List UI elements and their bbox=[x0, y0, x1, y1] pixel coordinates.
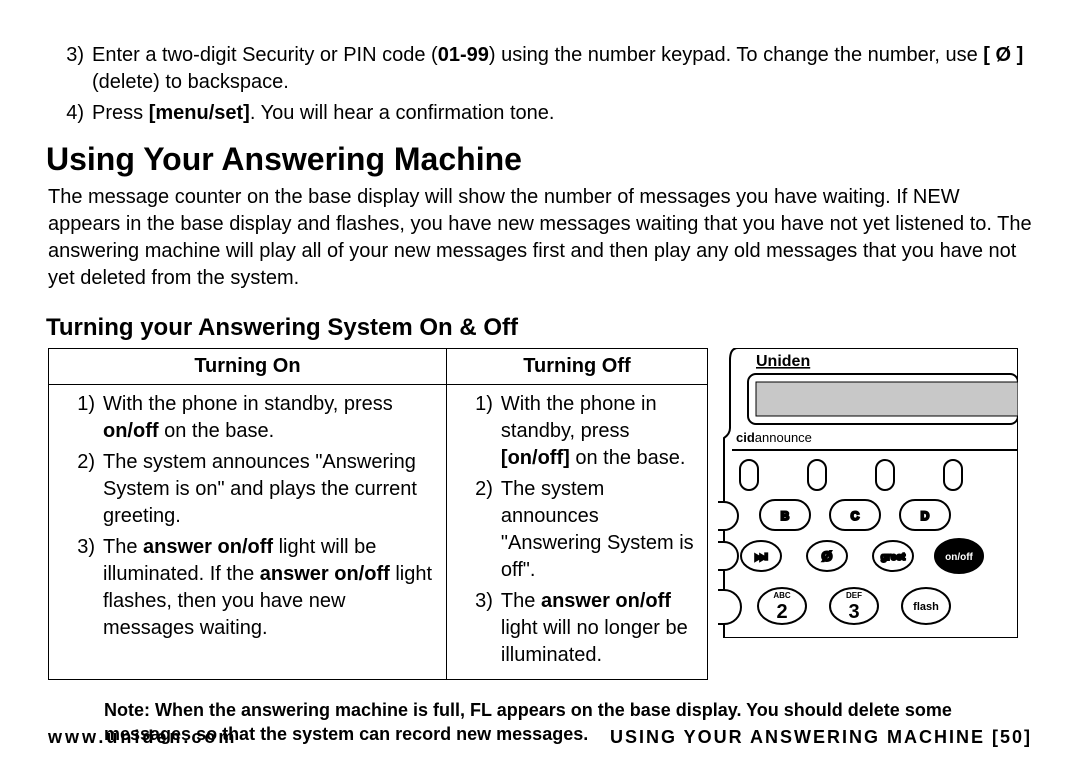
text: The bbox=[501, 590, 541, 612]
bold-text: answer on/off bbox=[260, 563, 390, 585]
bold-text: answer on/off bbox=[143, 536, 273, 558]
svg-text:on/off: on/off bbox=[945, 552, 973, 563]
text: on the base. bbox=[159, 420, 275, 442]
text: Press bbox=[92, 102, 149, 124]
numbered-list: 3) Enter a two-digit Security or PIN cod… bbox=[48, 42, 1032, 127]
th-turning-off: Turning Off bbox=[446, 349, 707, 385]
page-footer: www.uniden.com USING YOUR ANSWERING MACH… bbox=[48, 727, 1032, 748]
on-off-table: Turning On Turning Off 1)With the phone … bbox=[48, 348, 708, 680]
svg-text:B: B bbox=[781, 509, 790, 523]
svg-text:2: 2 bbox=[776, 601, 787, 623]
cell-turning-on: 1)With the phone in standby, press on/of… bbox=[49, 385, 447, 680]
svg-text:cidannounce: cidannounce bbox=[736, 430, 812, 445]
svg-text:C: C bbox=[851, 509, 860, 523]
footer-section: USING YOUR ANSWERING MACHINE [50] bbox=[610, 727, 1032, 748]
text: With the phone in standby, press bbox=[103, 393, 393, 415]
th-turning-on: Turning On bbox=[49, 349, 447, 385]
footer-url: www.uniden.com bbox=[48, 727, 237, 748]
list-number: 3) bbox=[48, 42, 92, 96]
delete-glyph: [ Ø ] bbox=[983, 44, 1023, 66]
brand-label: Uniden bbox=[756, 353, 810, 370]
svg-text:ABC: ABC bbox=[773, 591, 791, 600]
text: The system announces "Answering System i… bbox=[501, 476, 697, 584]
cell-turning-off: 1)With the phone in standby, press [on/o… bbox=[446, 385, 707, 680]
phone-illustration: Uniden cidannounce B bbox=[718, 348, 1018, 638]
list-item-3: 3) Enter a two-digit Security or PIN cod… bbox=[48, 42, 1032, 96]
text: (delete) to backspace. bbox=[92, 71, 289, 93]
heading-sub: Turning your Answering System On & Off bbox=[46, 314, 1032, 342]
svg-text:greet: greet bbox=[881, 552, 906, 563]
svg-text:⏭: ⏭ bbox=[755, 548, 768, 564]
bold-text: [menu/set] bbox=[149, 102, 250, 124]
heading-main: Using Your Answering Machine bbox=[46, 141, 1032, 178]
text: With the phone in standby, press bbox=[501, 393, 657, 442]
bold-text: 01-99 bbox=[438, 44, 489, 66]
svg-text:DEF: DEF bbox=[846, 591, 862, 600]
svg-text:D: D bbox=[921, 509, 930, 523]
list-text: Enter a two-digit Security or PIN code (… bbox=[92, 42, 1032, 96]
text: Enter a two-digit Security or PIN code ( bbox=[92, 44, 438, 66]
list-text: Press [menu/set]. You will hear a confir… bbox=[92, 100, 1032, 127]
text: The system announces "Answering System i… bbox=[103, 449, 436, 530]
svg-text:Ø: Ø bbox=[822, 548, 833, 564]
svg-text:flash: flash bbox=[913, 601, 939, 613]
list-number: 4) bbox=[48, 100, 92, 127]
text: The bbox=[103, 536, 143, 558]
intro-paragraph: The message counter on the base display … bbox=[48, 184, 1032, 292]
text: . You will hear a confirmation tone. bbox=[250, 102, 555, 124]
svg-text:3: 3 bbox=[848, 601, 859, 623]
text: ) using the number keypad. To change the… bbox=[489, 44, 983, 66]
text: on the base. bbox=[570, 447, 686, 469]
bold-text: on/off bbox=[103, 420, 159, 442]
bold-text: [on/off] bbox=[501, 447, 570, 469]
text: light will no longer be illuminated. bbox=[501, 617, 688, 666]
list-item-4: 4) Press [menu/set]. You will hear a con… bbox=[48, 100, 1032, 127]
bold-text: answer on/off bbox=[541, 590, 671, 612]
